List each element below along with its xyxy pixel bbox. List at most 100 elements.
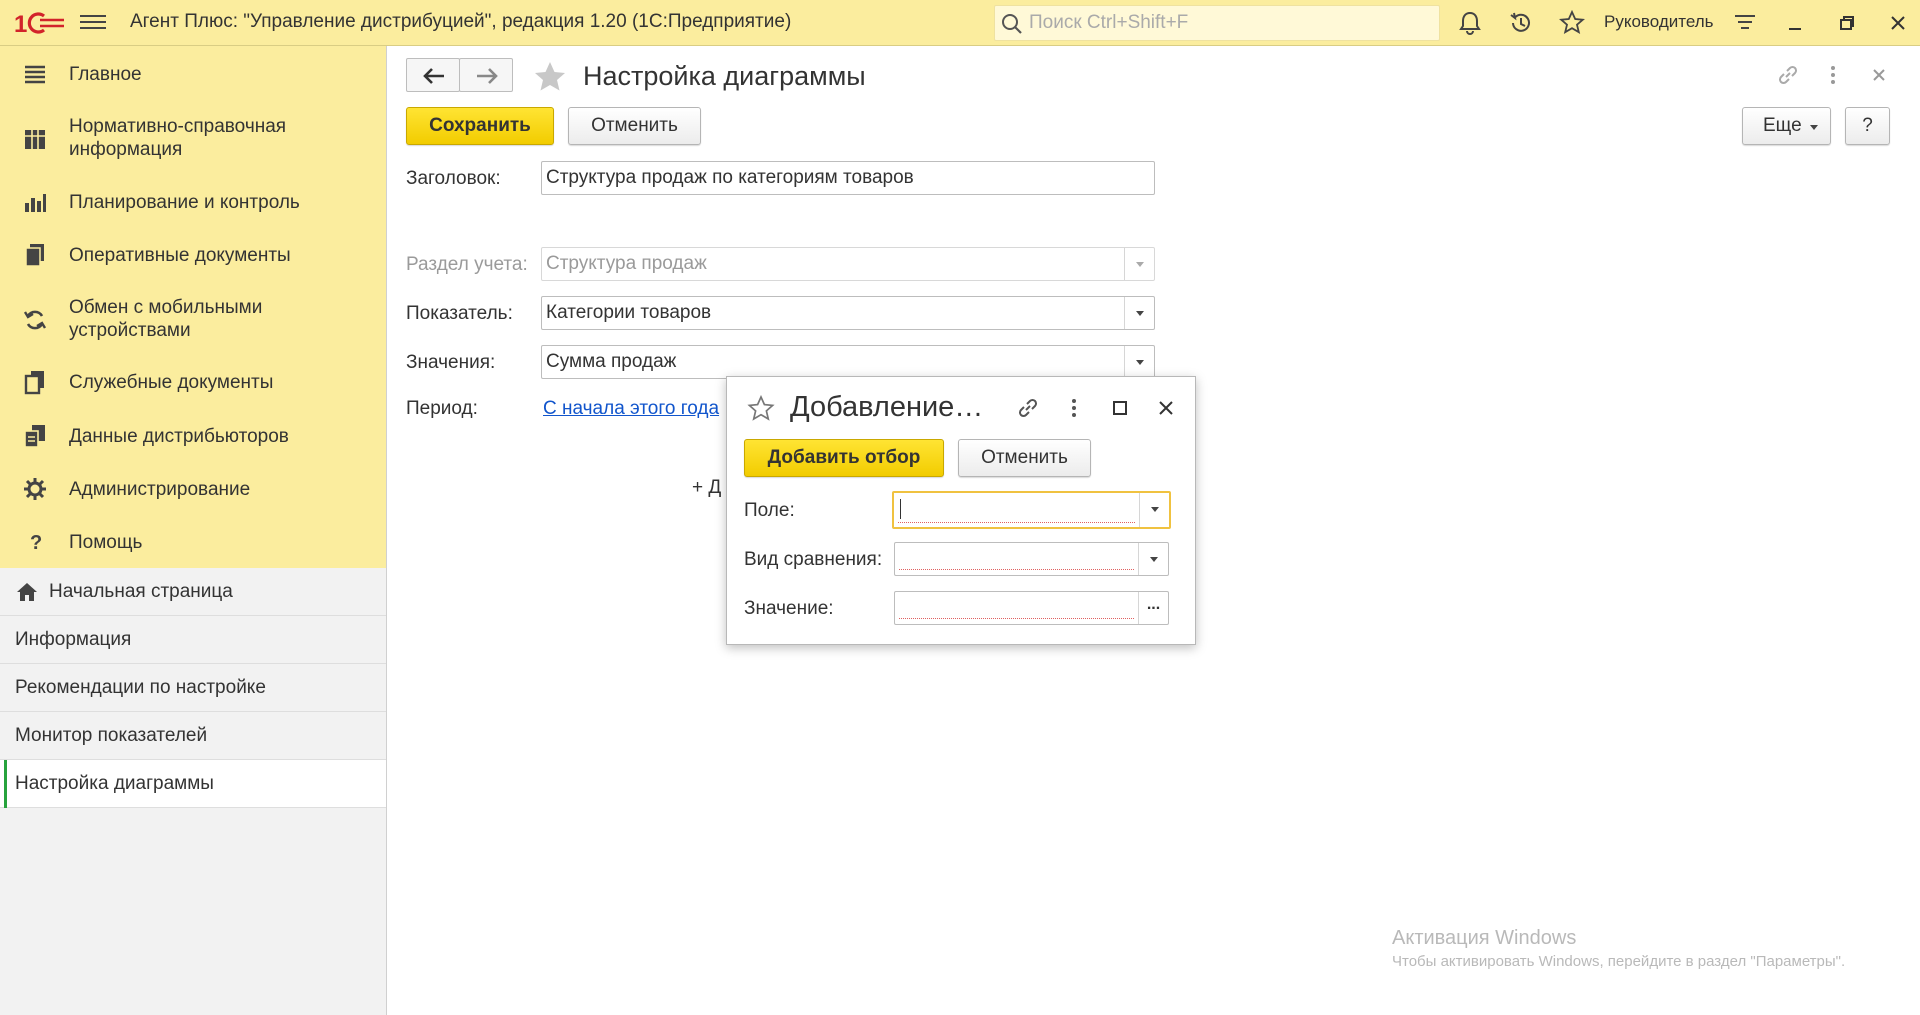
1c-logo-icon[interactable]: 1	[14, 10, 66, 36]
value-selector[interactable]: ...	[894, 591, 1169, 625]
more-actions-icon[interactable]	[1820, 62, 1846, 88]
navigation-buttons	[406, 58, 516, 92]
section-administration[interactable]: Администрирование	[0, 475, 386, 505]
title-bar: 1 Агент Плюс: "Управление дистрибуцией",…	[0, 0, 1920, 46]
dialog-close-icon[interactable]	[1153, 395, 1179, 421]
compare-label: Вид сравнения:	[744, 549, 883, 570]
global-search[interactable]	[994, 5, 1440, 41]
section-planning[interactable]: Планирование и контроль	[0, 188, 386, 218]
documents-icon	[25, 244, 44, 267]
more-button[interactable]: Еще	[1742, 107, 1831, 145]
dialog-title: Добавление…	[790, 391, 984, 423]
gear-icon	[24, 478, 46, 500]
close-icon[interactable]	[1885, 10, 1911, 36]
cancel-button[interactable]: Отменить	[568, 107, 701, 145]
open-window-chart-settings[interactable]: Настройка диаграммы	[0, 760, 386, 808]
help-icon: ?	[30, 532, 42, 554]
compare-input[interactable]	[899, 543, 1134, 575]
favorite-star-icon[interactable]	[532, 60, 568, 94]
add-filter-link[interactable]: + Д	[692, 477, 721, 499]
indicator-label: Показатель:	[406, 303, 513, 324]
help-button[interactable]: ?	[1845, 107, 1890, 145]
field-selector[interactable]	[892, 491, 1171, 529]
section-input	[546, 248, 1116, 280]
values-dropdown-button[interactable]	[1124, 346, 1154, 378]
add-filter-button[interactable]: Добавить отбор	[744, 439, 944, 477]
open-window-indicator-monitor[interactable]: Монитор показателей	[0, 712, 386, 760]
sync-icon	[23, 310, 47, 330]
save-button[interactable]: Сохранить	[406, 107, 554, 145]
catalog-icon	[25, 130, 45, 149]
dialog-star-icon[interactable]	[747, 395, 775, 423]
open-window-info[interactable]: Информация	[0, 616, 386, 664]
search-icon	[1002, 14, 1022, 34]
value-input[interactable]	[899, 592, 1134, 624]
indicator-input[interactable]	[546, 297, 1116, 329]
compare-selector[interactable]	[894, 542, 1169, 576]
open-window-label: Рекомендации по настройке	[15, 677, 266, 698]
section-main[interactable]: Главное	[0, 60, 386, 90]
service-docs-icon	[24, 371, 44, 395]
open-window-recommendations[interactable]: Рекомендации по настройке	[0, 664, 386, 712]
section-service-documents[interactable]: Служебные документы	[0, 368, 386, 398]
indicator-field[interactable]	[541, 296, 1155, 330]
open-window-label: Настройка диаграммы	[15, 773, 214, 794]
history-icon[interactable]	[1508, 10, 1534, 36]
section-help[interactable]: ? Помощь	[0, 528, 386, 558]
section-label: Оперативные документы	[69, 245, 291, 266]
field-dropdown-button[interactable]	[1139, 493, 1169, 527]
chart-icon	[25, 194, 46, 212]
values-label: Значения:	[406, 352, 496, 373]
windows-activation-text: Чтобы активировать Windows, перейдите в …	[1392, 953, 1846, 970]
dialog-link-icon[interactable]	[1015, 395, 1041, 421]
back-button[interactable]	[406, 58, 460, 92]
search-input[interactable]	[1027, 6, 1427, 40]
values-field[interactable]	[541, 345, 1155, 379]
dialog-cancel-button[interactable]: Отменить	[958, 439, 1091, 477]
favorites-star-icon[interactable]	[1559, 10, 1585, 36]
values-input[interactable]	[546, 346, 1116, 378]
settings-menu-icon[interactable]	[1732, 10, 1758, 36]
dialog-more-icon[interactable]	[1061, 395, 1087, 421]
indicator-dropdown-button[interactable]	[1124, 297, 1154, 329]
section-reference[interactable]: Нормативно-справочная информация	[0, 114, 386, 164]
open-window-label: Монитор показателей	[15, 725, 208, 746]
section-label: Администрирование	[69, 479, 251, 500]
forward-button[interactable]	[459, 58, 513, 92]
arrow-right-icon	[477, 68, 498, 84]
more-button-label: Еще	[1763, 115, 1802, 136]
dialog-maximize-icon[interactable]	[1107, 395, 1133, 421]
add-filter-dialog: Добавление… Добавить отбор Отменить Поле…	[726, 376, 1196, 645]
windows-activation-title: Активация Windows	[1392, 927, 1577, 949]
section-mobile-exchange[interactable]: Обмен с мобильными устройствами	[0, 295, 386, 345]
open-window-home[interactable]: Начальная страница	[0, 568, 386, 616]
user-name[interactable]: Руководитель	[1604, 12, 1714, 32]
arrow-left-icon	[423, 68, 444, 84]
value-label: Значение:	[744, 598, 834, 619]
period-link[interactable]: С начала этого года	[543, 398, 719, 420]
required-underline	[898, 522, 1135, 523]
bell-icon[interactable]	[1457, 10, 1483, 36]
section-distributors[interactable]: Данные дистрибьюторов	[0, 422, 386, 452]
section-label: Обмен с мобильными устройствами	[69, 297, 263, 341]
title-input[interactable]	[546, 162, 1146, 194]
distributor-icon	[24, 425, 45, 448]
restore-icon[interactable]	[1834, 10, 1860, 36]
section-label: Помощь	[69, 532, 143, 553]
form-title: Настройка диаграммы	[583, 61, 866, 91]
form-close-icon[interactable]	[1866, 62, 1892, 88]
period-label: Период:	[406, 398, 478, 419]
title-field[interactable]	[541, 161, 1155, 195]
link-icon[interactable]	[1775, 62, 1801, 88]
menu-icon	[25, 65, 45, 84]
chevron-down-icon	[1810, 125, 1818, 130]
section-operations[interactable]: Оперативные документы	[0, 241, 386, 271]
sidebar: Главное Нормативно-справочная информация…	[0, 46, 387, 1015]
required-underline	[899, 618, 1134, 619]
compare-dropdown-button[interactable]	[1138, 543, 1168, 575]
main-menu-icon[interactable]	[80, 11, 106, 35]
section-label: Данные дистрибьюторов	[69, 426, 289, 447]
value-choose-button[interactable]: ...	[1138, 592, 1168, 624]
section-label: Нормативно-справочная информация	[69, 116, 287, 160]
minimize-icon[interactable]	[1782, 10, 1808, 36]
